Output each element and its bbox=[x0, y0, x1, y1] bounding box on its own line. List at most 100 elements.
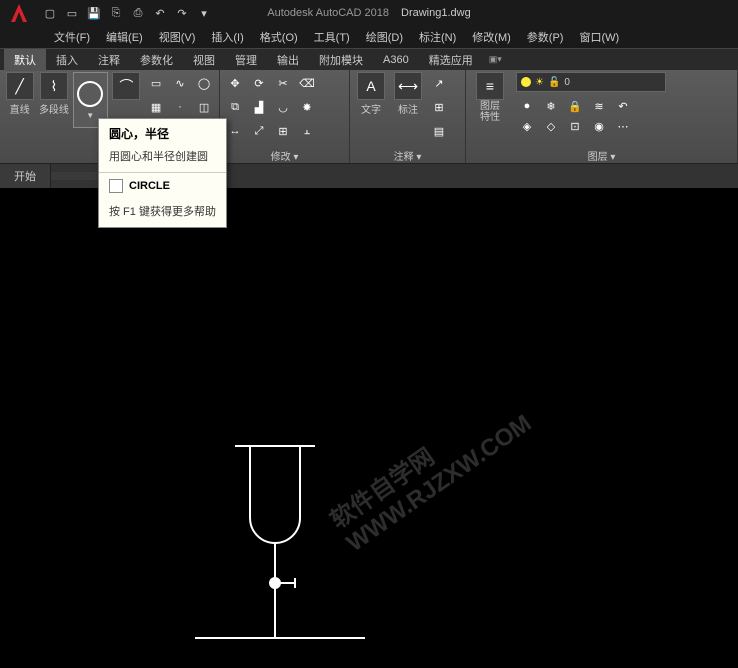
menu-dim[interactable]: 标注(N) bbox=[411, 27, 464, 47]
copy-icon[interactable]: ⧉ bbox=[224, 96, 246, 118]
redo-icon[interactable]: ↷ bbox=[172, 3, 192, 23]
mirror-icon[interactable]: ▟ bbox=[248, 96, 270, 118]
rotate-icon[interactable]: ⟳ bbox=[248, 72, 270, 94]
lock-icon: 🔓 bbox=[548, 77, 560, 88]
ribbon-tabstrip: 默认 插入 注释 参数化 视图 管理 输出 附加模块 A360 精选应用 ▣▾ bbox=[0, 48, 738, 70]
layer-uniso-icon[interactable]: ◇ bbox=[540, 115, 562, 137]
app-name: Autodesk AutoCAD 2018 bbox=[267, 7, 389, 19]
layer-state-icon[interactable]: ⊡ bbox=[564, 115, 586, 137]
array-icon[interactable]: ⊞ bbox=[272, 120, 294, 142]
tooltip-description: 用圆心和半径创建圆 bbox=[99, 148, 226, 172]
tab-output[interactable]: 输出 bbox=[267, 49, 309, 71]
point-icon[interactable]: · bbox=[169, 96, 191, 118]
spline-icon[interactable]: ∿ bbox=[169, 72, 191, 94]
modify-grid: ✥ ⟳ ✂ ⌫ ⧉ ▟ ◡ ✸ ↔ ⤢ ⊞ ⫠ bbox=[224, 72, 318, 142]
plot-icon[interactable]: ⎙ bbox=[128, 3, 148, 23]
tooltip-help: 按 F1 键获得更多帮助 bbox=[99, 199, 226, 227]
app-logo[interactable] bbox=[4, 2, 34, 24]
command-icon bbox=[109, 179, 123, 193]
tab-featured[interactable]: 精选应用 bbox=[419, 49, 483, 71]
panel-label-annotation[interactable]: 注释 ▾ bbox=[354, 147, 461, 163]
explode-icon[interactable]: ✸ bbox=[296, 96, 318, 118]
sun-icon: ☀ bbox=[535, 77, 544, 88]
menu-insert[interactable]: 插入(I) bbox=[203, 27, 251, 47]
menu-param[interactable]: 参数(P) bbox=[519, 27, 572, 47]
layer-iso-icon[interactable]: ◈ bbox=[516, 115, 538, 137]
tab-insert[interactable]: 插入 bbox=[46, 49, 88, 71]
hatch-icon[interactable]: ▦ bbox=[145, 96, 167, 118]
new-icon[interactable]: ▢ bbox=[40, 3, 60, 23]
layer-freeze-icon[interactable]: ❄ bbox=[540, 95, 562, 117]
erase-icon[interactable]: ⌫ bbox=[296, 72, 318, 94]
panel-annotation: A 文字 ⟷ 标注 ↗ ⊞ ▤ 注释 ▾ bbox=[350, 70, 466, 163]
quick-access-toolbar: ▢ ▭ 💾 ⎘ ⎙ ↶ ↷ ▾ bbox=[40, 3, 214, 23]
tab-manage[interactable]: 管理 bbox=[225, 49, 267, 71]
tab-start[interactable]: 开始 bbox=[0, 164, 51, 188]
menu-tools[interactable]: 工具(T) bbox=[306, 27, 358, 47]
circle-icon bbox=[77, 81, 103, 107]
ellipse-icon[interactable]: ◯ bbox=[193, 72, 215, 94]
fillet-icon[interactable]: ◡ bbox=[272, 96, 294, 118]
offset-icon[interactable]: ⫠ bbox=[296, 120, 318, 142]
menu-file[interactable]: 文件(F) bbox=[46, 27, 98, 47]
line-icon: ╱ bbox=[6, 72, 34, 100]
stretch-icon[interactable]: ↔ bbox=[224, 120, 246, 142]
leader-icon[interactable]: ↗ bbox=[428, 72, 450, 94]
draw-flyout: ▭ ∿ ◯ ▦ · ◫ bbox=[145, 72, 215, 118]
scale-icon[interactable]: ⤢ bbox=[248, 120, 270, 142]
tab-default[interactable]: 默认 bbox=[4, 49, 46, 71]
tooltip-title: 圆心，半径 bbox=[99, 119, 226, 148]
title-bar: ▢ ▭ 💾 ⎘ ⎙ ↶ ↷ ▾ Autodesk AutoCAD 2018 Dr… bbox=[0, 0, 738, 26]
menu-format[interactable]: 格式(O) bbox=[252, 27, 306, 47]
chevron-down-icon: ▼ bbox=[86, 111, 94, 120]
arc-button[interactable]: ⌒ bbox=[111, 72, 142, 100]
menu-window[interactable]: 窗口(W) bbox=[571, 27, 627, 47]
menu-draw[interactable]: 绘图(D) bbox=[358, 27, 411, 47]
tab-annotate[interactable]: 注释 bbox=[88, 49, 130, 71]
table-icon[interactable]: ⊞ bbox=[428, 96, 450, 118]
dimension-icon: ⟷ bbox=[394, 72, 422, 100]
arc-icon: ⌒ bbox=[112, 72, 140, 100]
drawing-content bbox=[195, 408, 395, 668]
mtext-icon[interactable]: ▤ bbox=[428, 120, 450, 142]
command-name: CIRCLE bbox=[129, 180, 170, 192]
panel-label-modify[interactable]: 修改 ▾ bbox=[224, 147, 345, 163]
layer-lock-icon[interactable]: 🔒 bbox=[564, 95, 586, 117]
region-icon[interactable]: ◫ bbox=[193, 96, 215, 118]
save-icon[interactable]: 💾 bbox=[84, 3, 104, 23]
panel-modify: ✥ ⟳ ✂ ⌫ ⧉ ▟ ◡ ✸ ↔ ⤢ ⊞ ⫠ 修改 ▾ bbox=[220, 70, 350, 163]
layer-off-icon[interactable]: ● bbox=[516, 95, 538, 117]
layer-dropdown[interactable]: ☀ 🔓 0 bbox=[516, 72, 666, 92]
layer-match-icon[interactable]: ≋ bbox=[588, 95, 610, 117]
tab-a360[interactable]: A360 bbox=[373, 51, 419, 69]
polyline-button[interactable]: ⌇ 多段线 bbox=[38, 72, 69, 116]
undo-icon[interactable]: ↶ bbox=[150, 3, 170, 23]
text-icon: A bbox=[357, 72, 385, 100]
dimension-button[interactable]: ⟷ 标注 bbox=[391, 72, 425, 116]
file-name: Drawing1.dwg bbox=[401, 7, 471, 19]
rect-icon[interactable]: ▭ bbox=[145, 72, 167, 94]
drawing-canvas[interactable]: 软件自学网 WWW.RJZXW.COM bbox=[0, 188, 738, 544]
menu-view[interactable]: 视图(V) bbox=[151, 27, 204, 47]
open-icon[interactable]: ▭ bbox=[62, 3, 82, 23]
panel-label-layers[interactable]: 图层 ▾ bbox=[470, 147, 733, 163]
layer-more-icon[interactable]: ⋯ bbox=[612, 115, 634, 137]
qat-dropdown-icon[interactable]: ▾ bbox=[194, 3, 214, 23]
line-button[interactable]: ╱ 直线 bbox=[4, 72, 35, 116]
menu-bar: 文件(F) 编辑(E) 视图(V) 插入(I) 格式(O) 工具(T) 绘图(D… bbox=[0, 26, 738, 48]
tab-overflow-icon[interactable]: ▣▾ bbox=[483, 54, 508, 65]
menu-modify[interactable]: 修改(M) bbox=[464, 27, 519, 47]
tab-view[interactable]: 视图 bbox=[183, 49, 225, 71]
menu-edit[interactable]: 编辑(E) bbox=[98, 27, 151, 47]
layer-prev-icon[interactable]: ↶ bbox=[612, 95, 634, 117]
current-layer: 0 bbox=[564, 77, 570, 88]
saveas-icon[interactable]: ⎘ bbox=[106, 3, 126, 23]
move-icon[interactable]: ✥ bbox=[224, 72, 246, 94]
layer-walk-icon[interactable]: ◉ bbox=[588, 115, 610, 137]
layer-tools: ● ❄ 🔒 ≋ ↶ ◈ ◇ ⊡ ◉ ⋯ bbox=[516, 95, 666, 133]
text-button[interactable]: A 文字 bbox=[354, 72, 388, 116]
tab-parametric[interactable]: 参数化 bbox=[130, 49, 183, 71]
trim-icon[interactable]: ✂ bbox=[272, 72, 294, 94]
tab-addins[interactable]: 附加模块 bbox=[309, 49, 373, 71]
layer-properties-button[interactable]: ≡ 图层 特性 bbox=[470, 72, 510, 123]
